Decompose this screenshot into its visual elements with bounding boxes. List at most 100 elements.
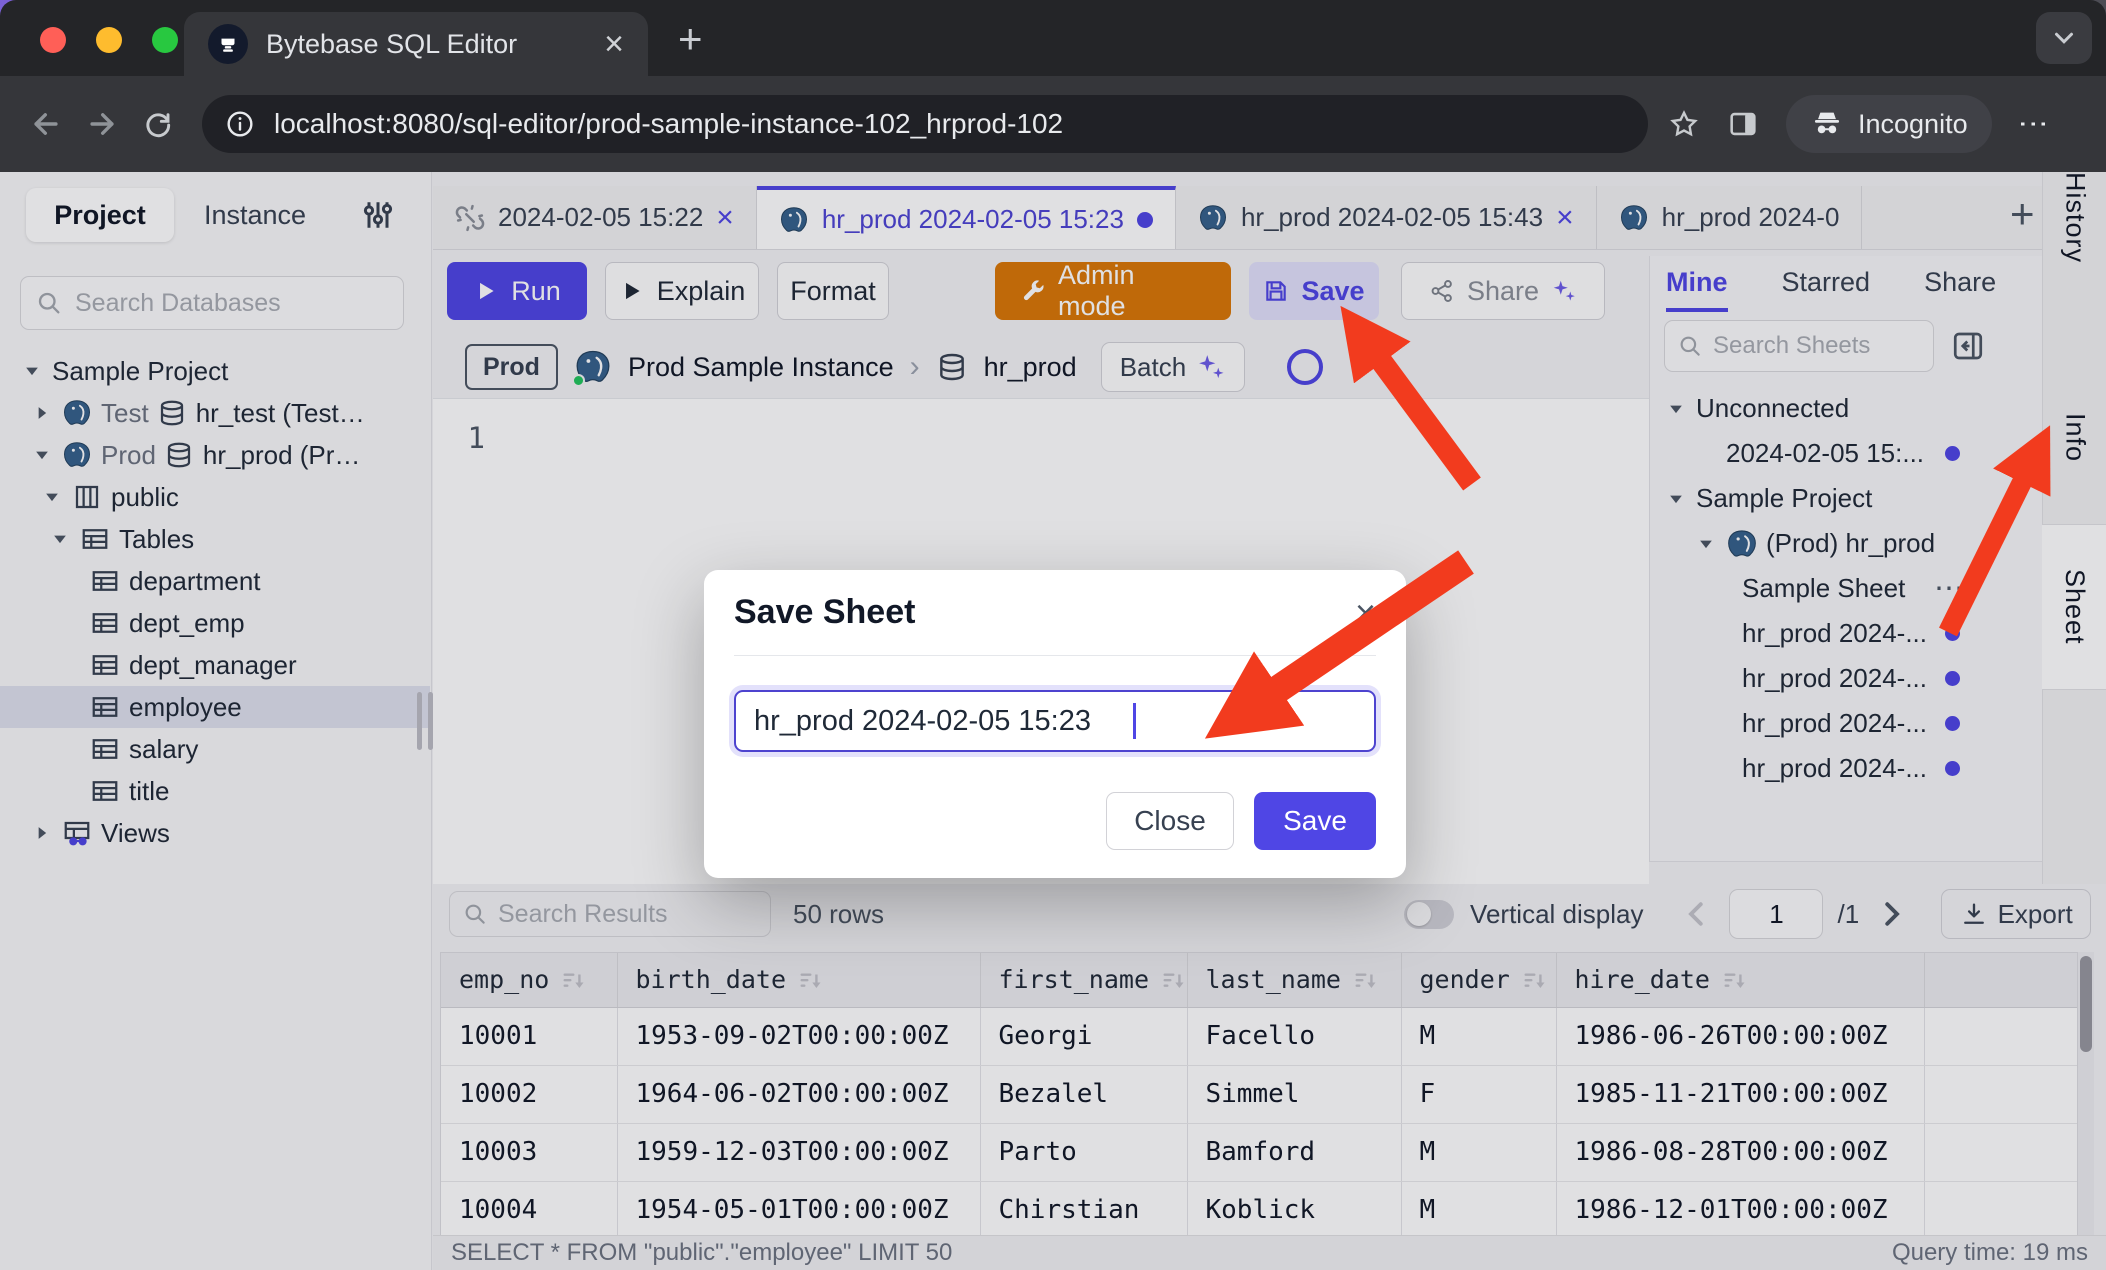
browser-menu-icon[interactable]: ⋮	[2018, 109, 2048, 139]
filter-sliders-icon[interactable]	[360, 197, 396, 233]
side-tab[interactable]: History	[2043, 172, 2106, 263]
reload-button[interactable]	[130, 108, 186, 140]
prev-page-icon[interactable]	[1679, 896, 1715, 932]
modal-close-icon[interactable]: ×	[1355, 595, 1376, 631]
share-button[interactable]: Share	[1401, 262, 1605, 320]
sheet-item[interactable]: hr_prod 2024-...	[1650, 746, 2042, 791]
save-button[interactable]: Save	[1249, 262, 1379, 320]
sidebar-resize-handle[interactable]	[417, 692, 433, 750]
tree-item[interactable]: department	[0, 560, 430, 602]
column-header-emp_no[interactable]: emp_no	[441, 953, 617, 1007]
tree-item[interactable]: salary	[0, 728, 430, 770]
sheet-item[interactable]: hr_prod 2024-...	[1650, 656, 2042, 701]
sheet-search-input[interactable]	[1713, 332, 1921, 360]
modal-close-button[interactable]: Close	[1106, 792, 1234, 850]
tree-item[interactable]: Test hr_test (Test…	[0, 392, 430, 434]
sheet-name-field[interactable]	[734, 690, 1376, 752]
back-button[interactable]	[18, 107, 74, 141]
tab-project[interactable]: Project	[26, 188, 174, 242]
export-button[interactable]: Export	[1941, 889, 2091, 939]
forward-button[interactable]	[74, 107, 130, 141]
sheet-name-input[interactable]	[754, 705, 1131, 738]
sort-icon[interactable]	[798, 969, 822, 993]
close-tab-icon[interactable]: ×	[716, 203, 734, 233]
database-name[interactable]: hr_prod	[984, 352, 1077, 383]
column-header-hire_date[interactable]: hire_date	[1556, 953, 1924, 1007]
run-button[interactable]: Run	[447, 262, 587, 320]
new-tab-button[interactable]: +	[678, 18, 703, 60]
sheet-search[interactable]	[1664, 320, 1934, 372]
window-minimize-button[interactable]	[96, 27, 122, 53]
bookmark-star-icon[interactable]	[1668, 108, 1700, 140]
table-row[interactable]: 100031959-12-03T00:00:00ZPartoBamfordM19…	[441, 1123, 2093, 1181]
caret-slot	[1712, 669, 1742, 689]
results-search[interactable]	[449, 891, 771, 937]
sheet-item[interactable]: (Prod) hr_prod	[1650, 521, 2042, 566]
editor-tab[interactable]: hr_prod 2024-0	[1597, 186, 1863, 249]
sheets-tab[interactable]: Mine	[1666, 267, 1728, 312]
tree-item[interactable]: Tables	[0, 518, 430, 560]
explain-button[interactable]: Explain	[605, 262, 759, 320]
side-tab[interactable]: Info	[2043, 362, 2106, 514]
sheet-item[interactable]: Unconnected	[1650, 386, 2042, 431]
sheets-tab[interactable]: Starred	[1782, 267, 1871, 312]
column-header-last_name[interactable]: last_name	[1187, 953, 1401, 1007]
site-info-icon[interactable]	[224, 108, 256, 140]
tree-item[interactable]: Views	[0, 812, 430, 854]
window-close-button[interactable]	[40, 27, 66, 53]
results-scrollbar[interactable]	[2077, 952, 2094, 1235]
sort-icon[interactable]	[1722, 969, 1746, 993]
table-row[interactable]: 100021964-06-02T00:00:00ZBezalelSimmelF1…	[441, 1065, 2093, 1123]
database-search-input[interactable]	[75, 289, 389, 318]
sheet-item[interactable]: 2024-02-05 15:...	[1650, 431, 2042, 476]
tree-item[interactable]: employee	[0, 686, 430, 728]
sheet-item[interactable]: hr_prod 2024-...	[1650, 701, 2042, 746]
page-number-input[interactable]	[1729, 889, 1823, 939]
address-bar[interactable]: localhost:8080/sql-editor/prod-sample-in…	[202, 95, 1648, 153]
editor-tab[interactable]: hr_prod 2024-02-05 15:23	[757, 186, 1176, 249]
results-search-input[interactable]	[498, 900, 758, 929]
batch-button[interactable]: Batch	[1101, 342, 1246, 392]
tree-item[interactable]: public	[0, 476, 430, 518]
tree-item[interactable]: title	[0, 770, 430, 812]
sheet-item[interactable]: Sample Project	[1650, 476, 2042, 521]
sheet-item[interactable]: Sample Sheet ⋯	[1650, 566, 2042, 611]
browser-tab[interactable]: Bytebase SQL Editor ×	[184, 12, 648, 76]
browser-tab-close-icon[interactable]: ×	[604, 27, 624, 61]
next-page-icon[interactable]	[1873, 896, 1909, 932]
table-row[interactable]: 100041954-05-01T00:00:00ZChirstianKoblic…	[441, 1181, 2093, 1235]
sort-icon[interactable]	[1522, 969, 1546, 993]
tree-item[interactable]: Prod hr_prod (Pr…	[0, 434, 430, 476]
tab-instance[interactable]: Instance	[204, 188, 306, 242]
column-header-gender[interactable]: gender	[1401, 953, 1556, 1007]
database-search[interactable]	[20, 276, 404, 330]
sort-icon[interactable]	[561, 969, 585, 993]
collapse-panel-icon[interactable]	[1950, 328, 1986, 364]
admin-mode-button[interactable]: Admin mode	[995, 262, 1231, 320]
scrollbar-thumb[interactable]	[2080, 956, 2092, 1052]
sheets-tab[interactable]: Share	[1924, 267, 1996, 312]
close-tab-icon[interactable]: ×	[1556, 203, 1574, 233]
vertical-display-toggle[interactable]	[1404, 900, 1454, 929]
sort-icon[interactable]	[1161, 969, 1185, 993]
sheet-item[interactable]: hr_prod 2024-...	[1650, 611, 2042, 656]
instance-name[interactable]: Prod Sample Instance	[628, 352, 894, 383]
table-row[interactable]: 100011953-09-02T00:00:00ZGeorgiFacelloM1…	[441, 1007, 2093, 1065]
tree-item[interactable]: Sample Project	[0, 350, 430, 392]
more-menu-icon[interactable]: ⋯	[1934, 571, 1966, 606]
tree-item[interactable]: dept_manager	[0, 644, 430, 686]
environment-badge[interactable]: Prod	[465, 344, 558, 390]
column-header-first_name[interactable]: first_name	[980, 953, 1187, 1007]
tab-search-button[interactable]	[2036, 12, 2092, 64]
side-panel-icon[interactable]	[1726, 107, 1760, 141]
tree-item[interactable]: dept_emp	[0, 602, 430, 644]
sort-icon[interactable]	[1353, 969, 1377, 993]
editor-tab[interactable]: 2024-02-05 15:22 ×	[433, 186, 757, 249]
window-zoom-button[interactable]	[152, 27, 178, 53]
column-header-birth_date[interactable]: birth_date	[617, 953, 980, 1007]
editor-tab[interactable]: hr_prod 2024-02-05 15:43 ×	[1176, 186, 1597, 249]
tablegrid-icon	[80, 524, 110, 554]
format-button[interactable]: Format	[777, 262, 889, 320]
side-tab[interactable]: Sheet	[2042, 524, 2106, 690]
modal-save-button[interactable]: Save	[1254, 792, 1376, 850]
